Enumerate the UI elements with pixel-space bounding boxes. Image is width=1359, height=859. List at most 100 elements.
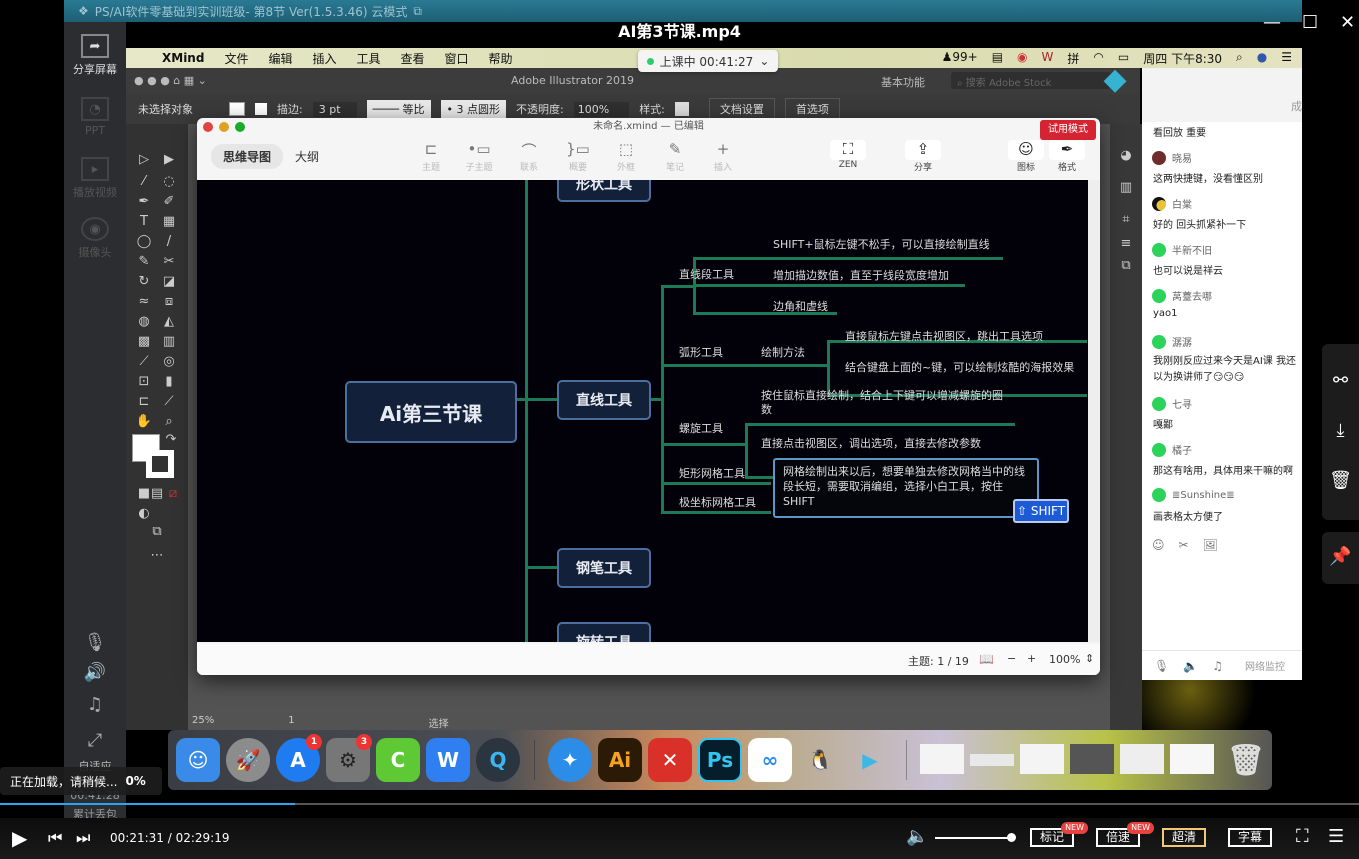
main-topic-shape-tools[interactable]: 形状工具 xyxy=(557,180,651,202)
live-status-pill[interactable]: 上课中 00:41:27 ⌄ xyxy=(638,50,778,72)
note-item[interactable]: 边角和虚线 xyxy=(773,298,828,314)
magic-wand-icon[interactable]: ⁄ xyxy=(135,174,153,190)
play-button[interactable]: ▶ xyxy=(12,826,27,850)
pencil-icon[interactable]: ✎ xyxy=(135,254,153,270)
rect-grid-tool-icon[interactable]: ▦ xyxy=(160,214,178,230)
quality-button[interactable]: 超清 xyxy=(1162,828,1207,847)
zen-mode-button[interactable]: ⛶ ZEN xyxy=(828,140,868,170)
dock-qq[interactable]: 🐧 xyxy=(798,738,842,782)
dock-minimized-window[interactable] xyxy=(1070,744,1114,774)
type-tool-icon[interactable]: T xyxy=(135,214,153,230)
selection-tool-icon[interactable]: ▷ xyxy=(135,152,153,168)
mark-button[interactable]: 标记 NEW xyxy=(1030,822,1089,847)
dock-camtasia[interactable]: C xyxy=(376,738,420,782)
subtopic-arc[interactable]: 弧形工具 xyxy=(679,344,723,360)
dock-tencent-class[interactable]: ▶ xyxy=(848,738,892,782)
direct-selection-tool-icon[interactable]: ▶ xyxy=(160,152,178,168)
dock-trash-icon[interactable]: 🗑 xyxy=(1224,738,1268,782)
gradient-tool-icon[interactable]: ▥ xyxy=(160,334,178,350)
vertical-scrollbar[interactable] xyxy=(1088,180,1100,642)
shape-builder-icon[interactable]: ◍ xyxy=(135,314,153,330)
perspective-grid-icon[interactable]: ▩ xyxy=(135,334,153,350)
paintbrush-icon[interactable]: / xyxy=(160,234,178,250)
graph-tool-icon[interactable]: ▮ xyxy=(160,374,178,390)
main-topic-pen-tool[interactable]: 钢笔工具 xyxy=(557,548,651,588)
stroke-color[interactable] xyxy=(146,450,174,478)
dock-minimized-window[interactable] xyxy=(1170,744,1214,774)
dock-minimized-window[interactable] xyxy=(920,744,964,774)
zoom-level[interactable]: 100% xyxy=(1049,653,1080,666)
stroke-profile-select[interactable]: ──── 等比 xyxy=(366,100,431,118)
notification-icon[interactable]: ☰ xyxy=(1281,50,1292,67)
scale-tool-icon[interactable]: ◪ xyxy=(160,274,178,290)
subtopic-arc-method[interactable]: 绘制方法 xyxy=(761,344,805,360)
topic-button[interactable]: ⊏ 主题 xyxy=(411,140,451,173)
image-icon[interactable]: 🖼 xyxy=(1203,538,1218,552)
live-paint-icon[interactable]: ◭ xyxy=(160,314,178,330)
transform-panel-icon[interactable]: ⌗ xyxy=(1117,212,1135,228)
stock-search-input[interactable]: ⌕ 搜索 Adobe Stock xyxy=(951,72,1111,89)
opacity-input[interactable]: 100% xyxy=(573,101,630,117)
swap-colors-icon[interactable]: ↷ xyxy=(162,432,180,448)
subtopic-line-segment[interactable]: 直线段工具 xyxy=(679,266,734,282)
minimize-button[interactable]: — xyxy=(1263,12,1281,33)
share-icon[interactable]: ⚯ xyxy=(1322,370,1359,391)
map-icon[interactable]: 📖 xyxy=(979,652,994,666)
dock-illustrator[interactable]: Ai xyxy=(598,738,642,782)
zoom-out-button[interactable]: − xyxy=(1007,652,1016,665)
menu-edit[interactable]: 编辑 xyxy=(268,50,292,67)
hand-tool-icon[interactable]: ✋ xyxy=(135,414,153,430)
download-icon[interactable]: ⤓ xyxy=(1322,420,1359,441)
dock-baidu-netdisk[interactable]: ∞ xyxy=(748,738,792,782)
dock-app-store[interactable]: A1 xyxy=(276,734,322,782)
dock-safari[interactable]: ✦ xyxy=(548,738,592,782)
blend-tool-icon[interactable]: ◎ xyxy=(160,354,178,370)
camera-button[interactable]: ◉ 摄像头 xyxy=(64,217,126,260)
pen-tool-icon[interactable]: ✒ xyxy=(135,194,153,210)
qq-status-icon[interactable]: ♟99+ xyxy=(942,50,978,67)
emoji-icon[interactable]: ☺ xyxy=(1152,538,1165,552)
dock-quicktime[interactable]: Q xyxy=(476,738,520,782)
workspace-select[interactable]: 基本功能 xyxy=(881,74,925,90)
tab-outline[interactable]: 大纲 xyxy=(283,144,331,169)
menu-file[interactable]: 文件 xyxy=(224,50,248,67)
style-swatch[interactable] xyxy=(674,102,689,116)
tab-mindmap[interactable]: 思维导图 xyxy=(211,144,284,169)
scissors-icon[interactable]: ✂ xyxy=(1179,538,1189,552)
stroke-weight-input[interactable]: 3 pt xyxy=(312,101,357,117)
align-panel-icon[interactable]: ≡ xyxy=(1117,236,1135,252)
main-topic-line-tools[interactable]: 直线工具 xyxy=(557,380,651,420)
minimize-window-button[interactable] xyxy=(219,122,229,132)
format-panel-button[interactable]: ✒ 格式 xyxy=(1047,140,1087,173)
zoom-stepper-icon[interactable]: ⇕ xyxy=(1085,652,1094,665)
microphone-icon[interactable]: 🎙 xyxy=(1154,659,1169,673)
main-topic-rotate-tool[interactable]: 旋转工具 xyxy=(557,622,651,642)
rotate-tool-icon[interactable]: ↻ xyxy=(135,274,153,290)
fullscreen-icon[interactable]: ⤢ xyxy=(64,730,126,751)
fill-swatch[interactable] xyxy=(229,102,245,116)
share-button[interactable]: ⇪ 分享 xyxy=(903,140,943,173)
dock-minimized-window[interactable] xyxy=(1120,744,1164,774)
previous-button[interactable]: ⏮ xyxy=(48,828,62,848)
lasso-icon[interactable]: ◌ xyxy=(160,174,178,190)
more-tools-icon[interactable]: ⋯ xyxy=(148,548,166,564)
play-video-button[interactable]: ▸ 播放视频 xyxy=(64,157,126,200)
wps-icon[interactable]: W xyxy=(1042,50,1054,67)
icon-panel-button[interactable]: ☺ 图标 xyxy=(1006,140,1046,173)
zoom-tool-icon[interactable]: ⌕ xyxy=(160,414,178,430)
eyedropper-icon[interactable]: ⟋ xyxy=(135,354,153,370)
ellipse-tool-icon[interactable]: ◯ xyxy=(135,234,153,250)
share-screen-button[interactable]: ➦ 分享屏幕 xyxy=(64,34,126,77)
dock-system-preferences[interactable]: ⚙ 3 xyxy=(326,734,372,782)
zoom-in-button[interactable]: + xyxy=(1027,652,1036,665)
subtopic-polar-grid[interactable]: 极坐标网格工具 xyxy=(679,494,756,510)
relationship-button[interactable]: ⌒ 联系 xyxy=(509,140,549,173)
playlist-icon[interactable]: ☰ xyxy=(1328,826,1344,847)
insert-button[interactable]: + 插入 xyxy=(703,140,743,173)
menu-help[interactable]: 帮助 xyxy=(489,50,513,67)
next-button[interactable]: ⏭ xyxy=(76,828,90,848)
menu-insert[interactable]: 插入 xyxy=(312,50,336,67)
speed-button[interactable]: 倍速 NEW xyxy=(1096,822,1155,847)
network-monitor-label[interactable]: 网络监控 xyxy=(1245,658,1285,673)
none-mode-icon[interactable]: ⧄ xyxy=(164,486,182,502)
